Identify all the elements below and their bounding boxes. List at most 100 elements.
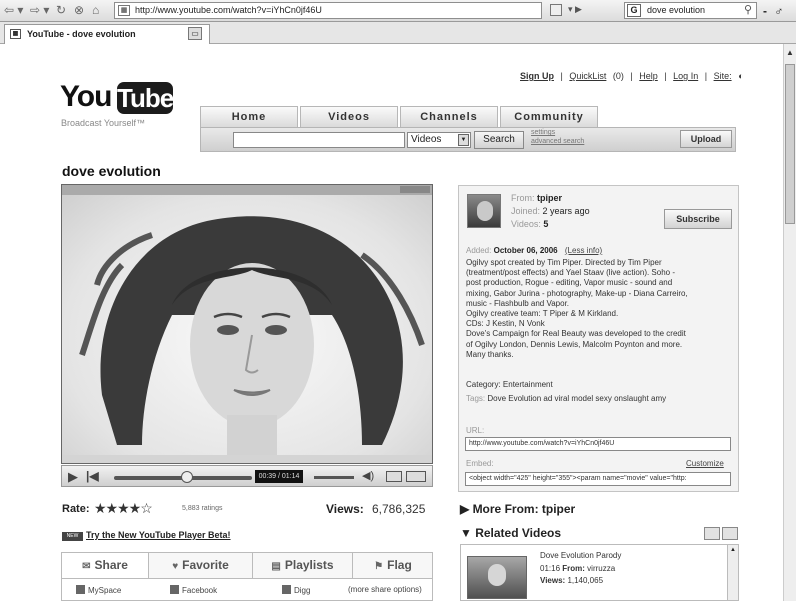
search-type-select[interactable]: Videos ▼: [407, 132, 471, 148]
less-info-link[interactable]: (Less info): [565, 246, 602, 255]
video-title: dove evolution: [62, 163, 161, 179]
search-links: settings advanced search: [531, 128, 584, 146]
tab-home[interactable]: Home: [200, 106, 298, 128]
search-input[interactable]: [233, 132, 405, 148]
woman-portrait-image: [79, 216, 425, 455]
fullscreen-icon[interactable]: [406, 471, 426, 482]
skip-back-icon[interactable]: |◀: [86, 469, 99, 483]
joined-value: 2 years ago: [542, 206, 590, 216]
tab-share[interactable]: ✉ Share: [62, 553, 149, 578]
play-icon[interactable]: ▶: [68, 469, 78, 485]
myspace-label: MySpace: [88, 586, 122, 595]
rss-icon[interactable]: ▾ ▶: [548, 2, 622, 19]
new-player-link[interactable]: Try the New YouTube Player Beta!: [86, 530, 231, 540]
added-date: October 06, 2006: [493, 246, 558, 255]
facebook-label: Facebook: [182, 586, 218, 595]
flag-icon: ⚑: [374, 561, 384, 572]
logo-you: You: [60, 80, 112, 113]
search-type-value: Videos: [411, 134, 442, 145]
browser-search-input[interactable]: G dove evolution ⚲: [624, 2, 757, 19]
video-frame[interactable]: [62, 195, 432, 455]
related-scrollbar[interactable]: ▲: [727, 545, 738, 600]
tab-videos[interactable]: Videos: [300, 106, 398, 128]
share-label: Share: [94, 558, 128, 572]
subscribe-button[interactable]: Subscribe: [664, 209, 732, 229]
page-scrollbar[interactable]: ▲: [783, 44, 796, 601]
tags-label: Tags:: [466, 394, 486, 403]
related-video-author[interactable]: virruzza: [587, 564, 615, 573]
speaker-icon[interactable]: ◀): [362, 469, 374, 482]
related-video-title[interactable]: Dove Evolution Parody: [540, 551, 621, 560]
stop-icon[interactable]: ⊗: [74, 3, 84, 17]
separator: |: [664, 71, 667, 81]
settings-link[interactable]: settings: [531, 128, 584, 137]
chevron-down-icon[interactable]: ▼: [458, 134, 469, 146]
list-view-icon[interactable]: [704, 527, 720, 540]
address-bar[interactable]: ▦ http://www.youtube.com/watch?v=iYhCn0j…: [114, 2, 542, 19]
description-line: mixing, Gabor Jurina - photography, Make…: [466, 288, 688, 298]
added-row: Added: October 06, 2006 (Less info): [466, 246, 602, 255]
star-rating[interactable]: ★★★★☆: [94, 500, 153, 517]
google-icon[interactable]: G: [627, 4, 641, 17]
scroll-up-icon[interactable]: ▲: [730, 547, 736, 553]
share-icon: ✉: [82, 561, 91, 572]
description-line: Ogilvy spot created by Tim Piper. Direct…: [466, 258, 662, 267]
more-from-header[interactable]: ▶ More From: tpiper: [460, 502, 575, 516]
tab-flag[interactable]: ⚑ Flag: [353, 553, 433, 578]
video-player[interactable]: [61, 184, 433, 464]
back-icon[interactable]: ⇦ ▾: [4, 3, 23, 17]
reload-icon[interactable]: ↻: [56, 3, 66, 17]
separator: |: [630, 71, 633, 81]
from-user-link[interactable]: tpiper: [537, 193, 562, 203]
scroll-up-icon[interactable]: ▲: [786, 48, 794, 57]
description-line: music - Flashbulb and Vapor.: [466, 298, 570, 308]
site-link[interactable]: Site:: [714, 71, 732, 81]
tab-favorite[interactable]: ♥ Favorite: [149, 553, 253, 578]
category-link[interactable]: Entertainment: [503, 380, 553, 389]
upload-button[interactable]: Upload: [680, 130, 732, 148]
seek-handle[interactable]: [181, 471, 194, 483]
new-badge: NEW: [62, 532, 83, 541]
tab-community[interactable]: Community: [500, 106, 598, 128]
heart-icon: ♥: [172, 561, 179, 572]
forward-icon[interactable]: ⇨ ▾: [30, 3, 49, 17]
log-in-link[interactable]: Log In: [673, 71, 698, 81]
playlists-label: Playlists: [284, 558, 334, 572]
home-icon[interactable]: ⌂: [92, 3, 99, 17]
globe-icon[interactable]: ◐: [738, 71, 743, 81]
help-link[interactable]: Help: [639, 71, 658, 81]
avatar[interactable]: [467, 194, 501, 228]
player-menu-bar: [62, 185, 432, 195]
volume-slider[interactable]: [314, 476, 354, 479]
advanced-search-link[interactable]: advanced search: [531, 137, 584, 146]
browser-tab[interactable]: ▦ YouTube - dove evolution: [4, 24, 210, 44]
scroll-thumb[interactable]: [785, 64, 795, 224]
digg-link[interactable]: Digg: [282, 585, 310, 595]
youtube-logo[interactable]: You Tube Broadcast Yourself™: [60, 80, 174, 130]
myspace-link[interactable]: MySpace: [76, 585, 121, 595]
videos-label: Videos:: [511, 219, 541, 229]
related-video-thumbnail[interactable]: [467, 556, 527, 599]
normal-size-icon[interactable]: [386, 471, 402, 482]
customize-link[interactable]: Customize: [686, 459, 724, 468]
grid-view-icon[interactable]: [722, 527, 738, 540]
search-button[interactable]: Search: [474, 131, 524, 149]
more-share-options-link[interactable]: (more share options): [348, 585, 422, 594]
embed-field[interactable]: <object width="425" height="355"><param …: [465, 472, 731, 486]
related-video-meta: 01:16 From: virruzza: [540, 564, 615, 573]
url-field[interactable]: http://www.youtube.com/watch?v=iYhCn0jf4…: [465, 437, 731, 451]
tab-playlists[interactable]: ▤ Playlists: [253, 553, 353, 578]
search-icon[interactable]: ⚲: [744, 3, 752, 18]
tags-links[interactable]: Dove Evolution ad viral model sexy onsla…: [487, 394, 666, 403]
facebook-link[interactable]: Facebook: [170, 585, 217, 595]
videos-count[interactable]: 5: [543, 219, 548, 229]
player-controls: ▶ |◀ 00:39 / 01:14 ◀): [61, 465, 433, 487]
related-videos-header[interactable]: ▼ Related Videos: [460, 526, 561, 540]
tab-title: YouTube - dove evolution: [27, 29, 136, 39]
sign-up-link[interactable]: Sign Up: [520, 71, 554, 81]
new-tab-icon[interactable]: ▭: [188, 27, 202, 40]
quicklist-link[interactable]: QuickList: [569, 71, 606, 81]
embed-label: Embed:: [466, 459, 494, 468]
tab-channels[interactable]: Channels: [400, 106, 498, 128]
digg-label: Digg: [294, 586, 311, 595]
